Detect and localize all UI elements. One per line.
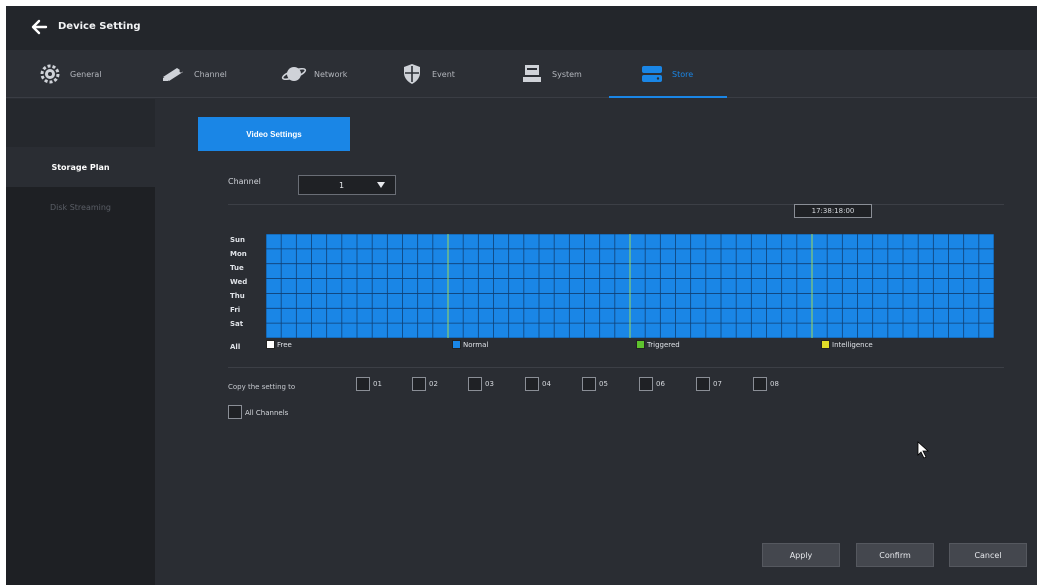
storage-icon xyxy=(638,62,666,86)
schedule-grid[interactable] xyxy=(266,234,994,338)
apply-button[interactable]: Apply xyxy=(762,543,840,567)
tab-label: General xyxy=(70,69,102,79)
day-label-fri[interactable]: Fri xyxy=(230,306,240,314)
tab-label: System xyxy=(552,69,582,79)
day-label-thu[interactable]: Thu xyxy=(230,292,245,300)
gear-icon xyxy=(36,62,64,86)
day-label-tue[interactable]: Tue xyxy=(230,264,244,272)
copy-channel-01-checkbox[interactable] xyxy=(356,377,370,391)
legend-label: Free xyxy=(277,340,292,349)
sidebar-header xyxy=(6,99,155,147)
legend-swatch-normal xyxy=(452,340,461,349)
all-channels-label: All Channels xyxy=(245,409,289,417)
tab-channel[interactable]: Channel xyxy=(160,50,227,98)
tab-event[interactable]: Event xyxy=(398,50,455,98)
video-settings-button[interactable]: Video Settings xyxy=(198,117,350,151)
tab-label: Network xyxy=(314,69,348,79)
tab-label: Store xyxy=(672,69,694,79)
camera-icon xyxy=(160,62,188,86)
main-tab-bar: General Channel Network Event System Sto… xyxy=(6,50,1037,98)
legend-label: Normal xyxy=(463,340,489,349)
legend-swatch-triggered xyxy=(636,340,645,349)
sidebar: Storage Plan Disk Streaming xyxy=(6,99,155,585)
legend-label: Intelligence xyxy=(832,340,873,349)
legend-free[interactable]: Free xyxy=(266,340,292,349)
copy-channel-label: 04 xyxy=(542,380,551,388)
chevron-down-icon xyxy=(377,182,385,188)
copy-channel-label: 08 xyxy=(770,380,779,388)
tab-general[interactable]: General xyxy=(36,50,102,98)
tab-store[interactable]: Store xyxy=(638,50,693,98)
all-channels-checkbox[interactable] xyxy=(228,405,242,419)
tab-system[interactable]: System xyxy=(518,50,582,98)
day-label-sun[interactable]: Sun xyxy=(230,236,245,244)
divider xyxy=(228,204,1004,205)
window-title: Device Setting xyxy=(58,21,141,32)
mouse-pointer-icon xyxy=(917,441,930,463)
device-setting-window: Device Setting General Channel Network E… xyxy=(6,6,1037,585)
legend-swatch-intelligence xyxy=(821,340,830,349)
divider xyxy=(228,367,1004,368)
copy-channel-08-checkbox[interactable] xyxy=(753,377,767,391)
title-bar: Device Setting xyxy=(6,6,1037,50)
copy-channel-label: 07 xyxy=(713,380,722,388)
copy-channel-05-checkbox[interactable] xyxy=(582,377,596,391)
copy-channel-label: 02 xyxy=(429,380,438,388)
channel-select[interactable]: 1 xyxy=(298,175,396,195)
day-label-wed[interactable]: Wed xyxy=(230,278,247,286)
tab-label: Channel xyxy=(194,69,227,79)
copy-channel-label: 03 xyxy=(485,380,494,388)
copy-channel-02-checkbox[interactable] xyxy=(412,377,426,391)
day-label-mon[interactable]: Mon xyxy=(230,250,247,258)
confirm-button[interactable]: Confirm xyxy=(856,543,934,567)
planet-icon xyxy=(280,62,308,86)
select-all-label[interactable]: All xyxy=(230,343,240,351)
sidebar-item-storage-plan[interactable]: Storage Plan xyxy=(6,147,155,187)
copy-channel-04-checkbox[interactable] xyxy=(525,377,539,391)
legend-normal[interactable]: Normal xyxy=(452,340,488,349)
legend-swatch-free xyxy=(266,340,275,349)
channel-select-value: 1 xyxy=(339,180,345,190)
back-arrow-icon[interactable] xyxy=(30,18,48,36)
copy-channel-07-checkbox[interactable] xyxy=(696,377,710,391)
copy-channel-label: 06 xyxy=(656,380,665,388)
copy-channel-label: 05 xyxy=(599,380,608,388)
channel-label: Channel xyxy=(228,177,261,186)
copy-channel-06-checkbox[interactable] xyxy=(639,377,653,391)
copy-channel-03-checkbox[interactable] xyxy=(468,377,482,391)
system-icon xyxy=(518,62,546,86)
cancel-button[interactable]: Cancel xyxy=(949,543,1027,567)
time-display: 17:38:18:00 xyxy=(794,204,872,218)
legend-intelligence[interactable]: Intelligence xyxy=(821,340,873,349)
legend-triggered[interactable]: Triggered xyxy=(636,340,680,349)
day-label-sat[interactable]: Sat xyxy=(230,320,243,328)
sidebar-item-disk-streaming[interactable]: Disk Streaming xyxy=(6,187,155,227)
copy-channel-label: 01 xyxy=(373,380,382,388)
tab-label: Event xyxy=(432,69,455,79)
active-tab-indicator xyxy=(609,96,727,98)
legend-label: Triggered xyxy=(647,340,680,349)
tab-network[interactable]: Network xyxy=(280,50,347,98)
shield-icon xyxy=(398,62,426,86)
copy-setting-label: Copy the setting to xyxy=(228,383,296,391)
